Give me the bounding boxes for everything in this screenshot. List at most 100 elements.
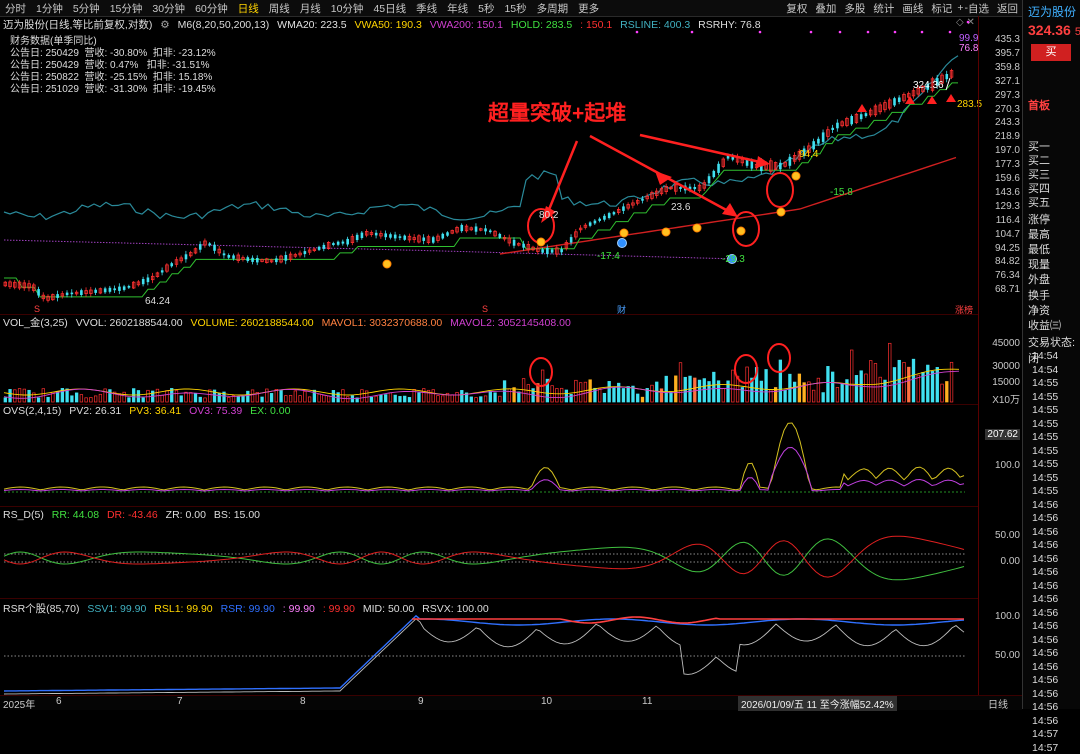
price-axis-label: 197.0 (994, 145, 1020, 157)
period-tab[interactable]: 1分钟 (31, 1, 68, 16)
price-axis-label: 94.25 (994, 242, 1020, 254)
axis-label: 207.62 (985, 429, 1020, 440)
tick-time: 14:54 (1032, 350, 1059, 362)
candle-body (593, 220, 597, 224)
candle-body (198, 244, 202, 250)
volume-bar (873, 363, 878, 403)
current-price: 324.36 5 (1028, 22, 1080, 38)
candle-body (275, 258, 278, 263)
volume-bar (288, 395, 293, 403)
candle-body (460, 224, 464, 232)
tick-time: 14:56 (1032, 620, 1059, 632)
statistics-button[interactable]: 统计 (869, 1, 898, 16)
period-tab[interactable]: 周线 (264, 1, 295, 16)
period-tab[interactable]: 45日线 (368, 1, 411, 16)
period-tab[interactable]: 季线 (411, 1, 442, 16)
tick-time: 14:56 (1032, 525, 1059, 538)
volume-bar (431, 389, 435, 403)
rsr-axis: 100.0 50.00 (978, 598, 1023, 695)
volume-bar (317, 393, 321, 403)
tick-time: 14:56 (1032, 687, 1059, 700)
volume-bar (574, 379, 578, 403)
buy-button[interactable]: 买 (1031, 44, 1071, 61)
candle-body (788, 156, 792, 166)
period-tab[interactable]: 30分钟 (147, 1, 190, 16)
axis-label: 45000 (992, 338, 1020, 349)
signal-coin-icon (536, 237, 546, 247)
overlay-button[interactable]: 叠加 (811, 1, 840, 16)
volume-bar (678, 362, 683, 403)
drop-price-label: -29.3 (722, 254, 745, 265)
fuquan-button[interactable]: 复权 (782, 1, 811, 16)
volume-bar (203, 397, 207, 403)
volume-bar (693, 377, 697, 403)
ovs-chart[interactable] (0, 404, 978, 506)
period-tab[interactable]: 分时 (0, 1, 31, 16)
period-toolbar: 分时 1分钟 5分钟 15分钟 30分钟 60分钟 日线 周线 月线 10分钟 … (0, 0, 1022, 17)
volume-bar (89, 397, 93, 403)
signal-coin-icon (661, 227, 671, 237)
rsr-chart[interactable] (0, 598, 978, 695)
period-tab[interactable]: 多周期 (532, 1, 574, 16)
volume-bar (260, 396, 264, 403)
candle-body (484, 228, 487, 232)
period-tab[interactable]: 15秒 (499, 1, 531, 16)
rsd-chart[interactable] (0, 506, 978, 598)
plus-icon[interactable]: + (956, 2, 964, 14)
period-tab[interactable]: 5分钟 (68, 1, 105, 16)
volume-bar (712, 371, 716, 403)
period-tab-daily[interactable]: 日线 (233, 1, 264, 16)
volume-bar (840, 383, 844, 403)
candle-body (80, 290, 83, 295)
volume-bar (393, 394, 397, 403)
price-axis-label: 104.7 (994, 228, 1020, 240)
stock-name: 迈为股份3 (1028, 5, 1077, 19)
period-tab[interactable]: 60分钟 (190, 1, 233, 16)
period-tab[interactable]: 15分钟 (105, 1, 148, 16)
volume-bar (108, 389, 112, 403)
month-label: 6 (56, 696, 62, 707)
candle-body (598, 218, 601, 221)
period-tab-more[interactable]: 更多 (573, 1, 604, 16)
event-marker[interactable]: S (34, 304, 40, 314)
volume-bar (8, 389, 12, 403)
multi-stock-button[interactable]: 多股 (840, 1, 869, 16)
candle-body (160, 270, 164, 273)
candle-body (227, 255, 231, 258)
event-marker[interactable]: S (482, 304, 488, 314)
candle-body (56, 294, 59, 298)
tick-time: 14:56 (1032, 674, 1059, 686)
draw-line-button[interactable]: 画线 (898, 1, 927, 16)
volume-bar (602, 392, 607, 403)
candle-body (336, 241, 340, 245)
tick-time: 14:55 (1032, 458, 1059, 470)
volume-bar (79, 394, 84, 403)
rs-line (3, 55, 959, 221)
volume-bar (517, 391, 521, 403)
low-price-label: 64.24 (145, 296, 171, 307)
candle-body (232, 255, 235, 259)
candle-body (864, 113, 868, 117)
candle-body (146, 277, 150, 283)
axis-label: 15000 (992, 377, 1020, 388)
volume-bar (598, 388, 602, 403)
period-tab[interactable]: 5秒 (473, 1, 499, 16)
last-price-label: 324.36 (913, 80, 944, 91)
period-tab[interactable]: 年线 (442, 1, 473, 16)
back-button[interactable]: 返回 (993, 1, 1022, 16)
volume-bar (911, 358, 916, 403)
watchlist-button[interactable]: 自选 (968, 1, 993, 16)
candle-body (384, 233, 387, 238)
axis-label: 100.0 (994, 460, 1020, 471)
candle-body (322, 244, 326, 249)
period-tab[interactable]: 月线 (295, 1, 326, 16)
tick-time: 14:55 (1032, 404, 1059, 416)
period-tab[interactable]: 10分钟 (326, 1, 369, 16)
volume-chart[interactable] (0, 314, 978, 404)
candlestick-chart[interactable] (0, 16, 978, 314)
mark-button[interactable]: 标记 (927, 1, 956, 16)
candle-body (522, 243, 525, 248)
volume-bar (650, 384, 654, 403)
candle-body (118, 286, 121, 291)
quote-extra-label: 换手 (1028, 290, 1050, 302)
